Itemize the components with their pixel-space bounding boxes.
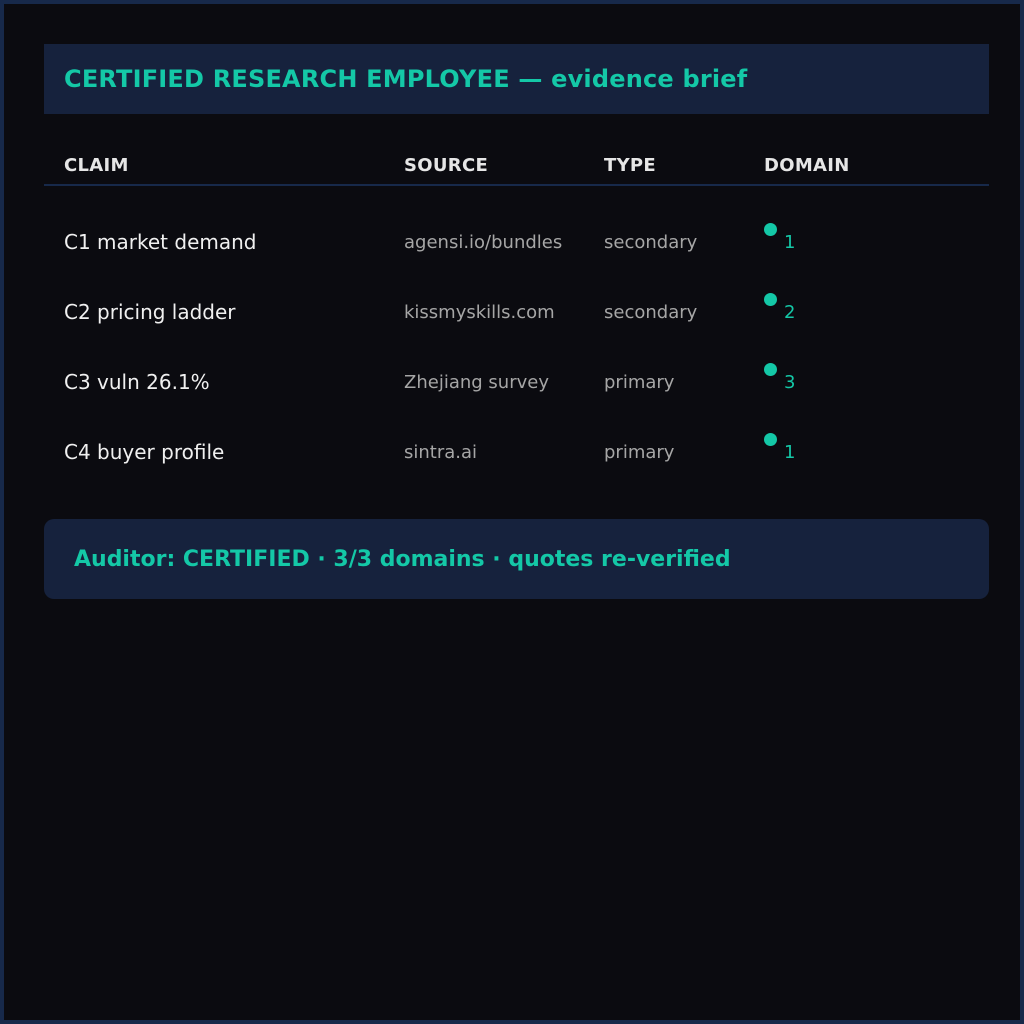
header-divider bbox=[44, 184, 989, 186]
domain-dot-icon bbox=[764, 293, 777, 306]
type-cell: primary bbox=[604, 372, 675, 393]
claim-cell: C3 vuln 26.1% bbox=[64, 370, 210, 394]
type-cell: primary bbox=[604, 442, 675, 463]
table-row: C4 buyer profile sintra.ai primary 1 bbox=[4, 433, 1024, 480]
column-header-type: TYPE bbox=[604, 155, 657, 176]
table-row: C2 pricing ladder kissmyskills.com secon… bbox=[4, 293, 1024, 340]
domain-cell: 1 bbox=[784, 232, 796, 253]
source-cell: agensi.io/bundles bbox=[404, 232, 563, 253]
header-banner: CERTIFIED RESEARCH EMPLOYEE — evidence b… bbox=[44, 44, 989, 114]
domain-cell: 3 bbox=[784, 372, 796, 393]
source-cell: sintra.ai bbox=[404, 442, 478, 463]
domain-dot-icon bbox=[764, 223, 777, 236]
claim-cell: C4 buyer profile bbox=[64, 440, 225, 464]
table-row: C3 vuln 26.1% Zhejiang survey primary 3 bbox=[4, 363, 1024, 410]
column-header-source: SOURCE bbox=[404, 155, 489, 176]
source-cell: kissmyskills.com bbox=[404, 302, 555, 323]
domain-cell: 1 bbox=[784, 442, 796, 463]
evidence-brief-frame: CERTIFIED RESEARCH EMPLOYEE — evidence b… bbox=[0, 0, 1024, 1024]
column-header-claim: CLAIM bbox=[64, 155, 129, 176]
claim-cell: C1 market demand bbox=[64, 230, 257, 254]
domain-dot-icon bbox=[764, 363, 777, 376]
table-row: C1 market demand agensi.io/bundles secon… bbox=[4, 223, 1024, 270]
type-cell: secondary bbox=[604, 232, 698, 253]
auditor-status-panel: Auditor: CERTIFIED · 3/3 domains · quote… bbox=[44, 519, 989, 599]
page-title: CERTIFIED RESEARCH EMPLOYEE — evidence b… bbox=[64, 65, 748, 93]
column-header-domain: DOMAIN bbox=[764, 155, 850, 176]
claim-cell: C2 pricing ladder bbox=[64, 300, 236, 324]
domain-dot-icon bbox=[764, 433, 777, 446]
source-cell: Zhejiang survey bbox=[404, 372, 549, 393]
auditor-status-text: Auditor: CERTIFIED · 3/3 domains · quote… bbox=[74, 546, 731, 572]
domain-cell: 2 bbox=[784, 302, 796, 323]
type-cell: secondary bbox=[604, 302, 698, 323]
